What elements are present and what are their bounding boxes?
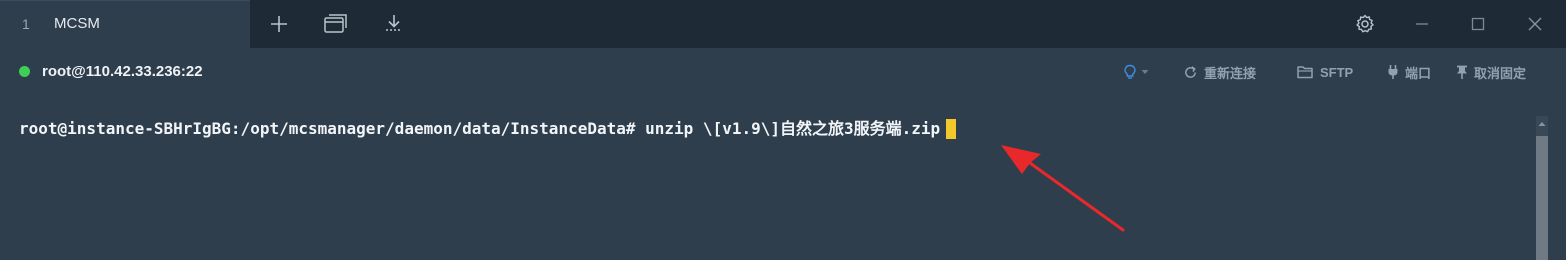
minimize-button[interactable] [1408,10,1436,38]
unpin-button[interactable]: 取消固定 [1456,62,1526,82]
folder-icon [1297,66,1313,79]
terminal-output[interactable]: root@instance-SBHrIgBG:/opt/mcsmanager/d… [0,98,1566,260]
windows-icon [324,14,347,33]
terminal-line: root@instance-SBHrIgBG:/opt/mcsmanager/d… [19,119,957,139]
tab-bar: 1 MCSM [0,0,1566,48]
minimize-icon [1416,23,1428,25]
session-info-bar: root@110.42.33.236:22 重新连接 SFTP 端口 取消固定 [0,48,1566,98]
maximize-button[interactable] [1464,10,1492,38]
scrollbar-thumb[interactable] [1536,136,1548,260]
tab-title: MCSM [54,15,100,32]
lightbulb-icon [1124,64,1136,79]
gear-icon [1356,14,1374,33]
download-button[interactable] [380,10,408,38]
close-button[interactable] [1521,10,1549,38]
plus-icon [271,16,287,32]
new-tab-button[interactable] [265,10,293,38]
scrollbar-up-arrow[interactable] [1536,116,1548,132]
settings-button[interactable] [1351,10,1379,38]
unpin-label: 取消固定 [1474,65,1527,81]
hint-dropdown[interactable] [1123,62,1155,82]
session-host: root@110.42.33.236:22 [42,63,203,80]
pin-icon [1457,65,1467,79]
port-button[interactable]: 端口 [1387,62,1431,82]
tab-mcsm[interactable]: 1 MCSM [0,0,250,48]
terminal-window: 1 MCSM root@110.42.33.236:22 重新连接 SFTP 端… [0,0,1566,260]
port-label: 端口 [1405,65,1432,81]
connection-status-dot [19,66,30,77]
terminal-command-text: root@instance-SBHrIgBG:/opt/mcsmanager/d… [19,119,941,138]
tab-index: 1 [22,16,30,32]
sftp-label: SFTP [1320,64,1354,80]
refresh-icon [1185,65,1196,78]
scroll-up-icon [1538,122,1546,126]
maximize-icon [1471,17,1485,31]
download-icon [386,15,402,31]
terminal-cursor [946,119,957,139]
chevron-down-icon [1141,70,1149,74]
reconnect-button[interactable]: 重新连接 [1183,62,1256,82]
plug-icon [1388,65,1398,79]
reconnect-label: 重新连接 [1204,65,1257,81]
close-icon [1528,17,1542,31]
sftp-button[interactable]: SFTP [1297,62,1353,82]
duplicate-tab-button[interactable] [322,10,350,38]
